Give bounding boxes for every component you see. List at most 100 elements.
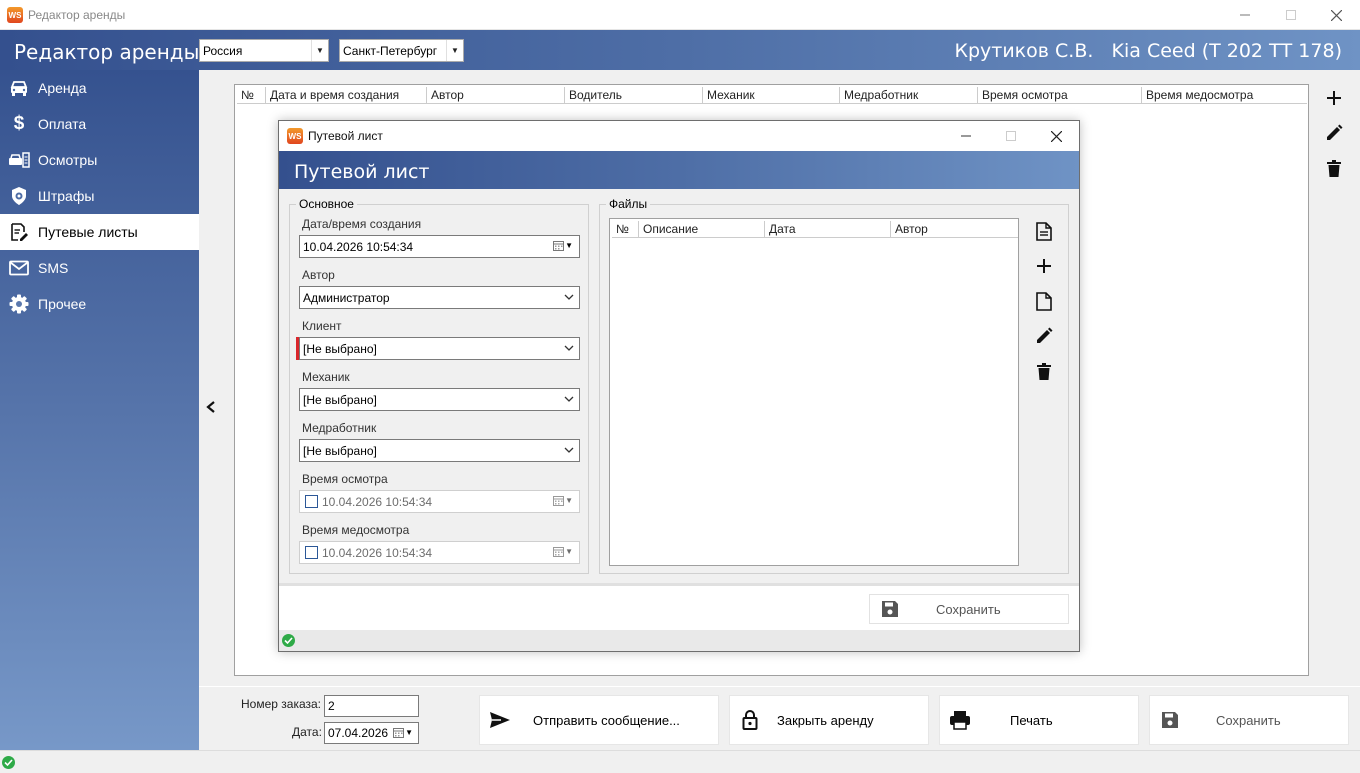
column-header[interactable]: Время медосмотра [1142, 87, 1307, 103]
created-label: Дата/время создания [302, 217, 422, 231]
send-icon [480, 711, 520, 729]
delete-button[interactable] [1320, 154, 1348, 182]
files-table[interactable]: № Описание Дата Автор [609, 218, 1019, 566]
user-name: Крутиков С.В. [954, 40, 1094, 62]
client-select[interactable]: [Не выбрано] [299, 337, 580, 360]
sidebar-item-fines[interactable]: Штрафы [0, 178, 199, 214]
floppy-icon [870, 600, 910, 618]
edit-button[interactable] [1320, 119, 1348, 147]
dialog-statusbar [279, 630, 1079, 651]
print-button[interactable]: Печать [939, 695, 1139, 745]
calendar-icon[interactable]: ▼ [553, 495, 573, 506]
medcheck-time-field[interactable]: 10.04.2026 10:54:34 ▼ [299, 541, 580, 564]
print-label: Печать [1010, 712, 1053, 728]
chevron-down-icon [564, 396, 574, 402]
medic-select[interactable]: [Не выбрано] [299, 439, 580, 462]
sidebar-item-label: Путевые листы [38, 224, 138, 240]
column-header[interactable]: Автор [891, 221, 1017, 237]
edit-file-button[interactable] [1029, 321, 1059, 351]
plus-icon [1037, 259, 1051, 273]
dialog-maximize-button[interactable] [988, 121, 1034, 151]
author-label: Автор [302, 268, 335, 282]
table-header: № Дата и время создания Автор Водитель М… [237, 87, 1307, 104]
save-button[interactable]: Сохранить [1149, 695, 1349, 745]
calendar-icon[interactable]: ▼ [553, 240, 573, 251]
country-select[interactable]: Россия ▼ [199, 39, 329, 62]
column-header[interactable]: Описание [639, 221, 765, 237]
medic-label: Медработник [302, 421, 377, 435]
inspection-time-label: Время осмотра [302, 472, 388, 486]
dialog-save-button[interactable]: Сохранить [869, 594, 1069, 624]
document-icon [1036, 221, 1052, 241]
mail-icon [0, 260, 38, 276]
dialog-footer: Сохранить [279, 583, 1079, 630]
gear-icon [0, 294, 38, 314]
author-value: Администратор [303, 290, 390, 305]
calendar-icon[interactable]: ▼ [553, 546, 573, 557]
chevron-down-icon: ▼ [446, 40, 463, 61]
sidebar-item-waybills[interactable]: Путевые листы [0, 214, 199, 250]
open-file-button[interactable] [1029, 216, 1059, 246]
column-header[interactable]: Медработник [840, 87, 978, 103]
collapse-sidebar-button[interactable] [204, 400, 218, 417]
column-header[interactable]: Время осмотра [978, 87, 1142, 103]
dialog-minimize-button[interactable] [943, 121, 989, 151]
created-datetime-field[interactable]: 10.04.2026 10:54:34 ▼ [299, 235, 580, 258]
sidebar-item-payment[interactable]: $ Оплата [0, 106, 199, 142]
inspection-checkbox[interactable] [305, 495, 318, 508]
mechanic-select[interactable]: [Не выбрано] [299, 388, 580, 411]
window-title: Редактор аренды [28, 8, 126, 22]
author-select[interactable]: Администратор [299, 286, 580, 309]
sidebar-item-other[interactable]: Прочее [0, 286, 199, 322]
send-message-label: Отправить сообщение... [533, 712, 680, 728]
close-rent-label: Закрыть аренду [777, 712, 874, 728]
add-file-button[interactable] [1029, 251, 1059, 281]
chevron-down-icon: ▼ [311, 40, 328, 61]
city-select[interactable]: Санкт-Петербург ▼ [339, 39, 464, 62]
column-header[interactable]: Автор [427, 87, 565, 103]
close-icon [1050, 130, 1062, 142]
column-header[interactable]: Механик [703, 87, 840, 103]
order-number-label: Номер заказа: [241, 697, 322, 711]
sidebar-item-label: Прочее [38, 296, 87, 312]
medcheck-checkbox[interactable] [305, 546, 318, 559]
column-header[interactable]: № [237, 87, 266, 103]
minimize-button[interactable] [1222, 0, 1268, 30]
lock-icon [730, 710, 770, 730]
dialog-close-button[interactable] [1033, 121, 1079, 151]
mechanic-label: Механик [302, 370, 350, 384]
medic-value: [Не выбрано] [303, 443, 377, 458]
shield-icon [0, 186, 38, 206]
inspection-time-field[interactable]: 10.04.2026 10:54:34 ▼ [299, 490, 580, 513]
inspection-icon [0, 151, 38, 169]
pencil-icon [1327, 124, 1343, 140]
trash-icon [1037, 362, 1051, 380]
date-picker[interactable]: 07.04.2026 ▼ [324, 722, 419, 744]
column-header[interactable]: Водитель [565, 87, 703, 103]
statusbar [0, 750, 1360, 773]
close-button[interactable] [1313, 0, 1359, 30]
blank-document-icon [1036, 291, 1052, 311]
new-file-button[interactable] [1029, 286, 1059, 316]
order-number-input[interactable]: 2 [324, 695, 419, 717]
close-rent-button[interactable]: Закрыть аренду [729, 695, 929, 745]
maximize-button[interactable] [1268, 0, 1314, 30]
column-header[interactable]: № [612, 221, 639, 237]
sidebar: Аренда $ Оплата Осмотры Штрафы Путевые л… [0, 70, 199, 750]
client-label: Клиент [302, 319, 342, 333]
sidebar-item-sms[interactable]: SMS [0, 250, 199, 286]
column-header[interactable]: Дата и время создания [266, 87, 427, 103]
files-group-title: Файлы [606, 197, 651, 211]
calendar-icon[interactable]: ▼ [393, 727, 413, 738]
sidebar-item-rent[interactable]: Аренда [0, 70, 199, 106]
delete-file-button[interactable] [1029, 356, 1059, 386]
files-group: Файлы № Описание Дата Автор [599, 197, 1069, 574]
column-header[interactable]: Дата [765, 221, 891, 237]
sidebar-item-inspections[interactable]: Осмотры [0, 142, 199, 178]
client-value: [Не выбрано] [303, 341, 377, 356]
save-label: Сохранить [1216, 712, 1281, 728]
add-button[interactable] [1320, 84, 1348, 112]
date-value: 07.04.2026 [328, 726, 389, 740]
send-message-button[interactable]: Отправить сообщение... [479, 695, 719, 745]
medcheck-value: 10.04.2026 10:54:34 [322, 545, 433, 560]
